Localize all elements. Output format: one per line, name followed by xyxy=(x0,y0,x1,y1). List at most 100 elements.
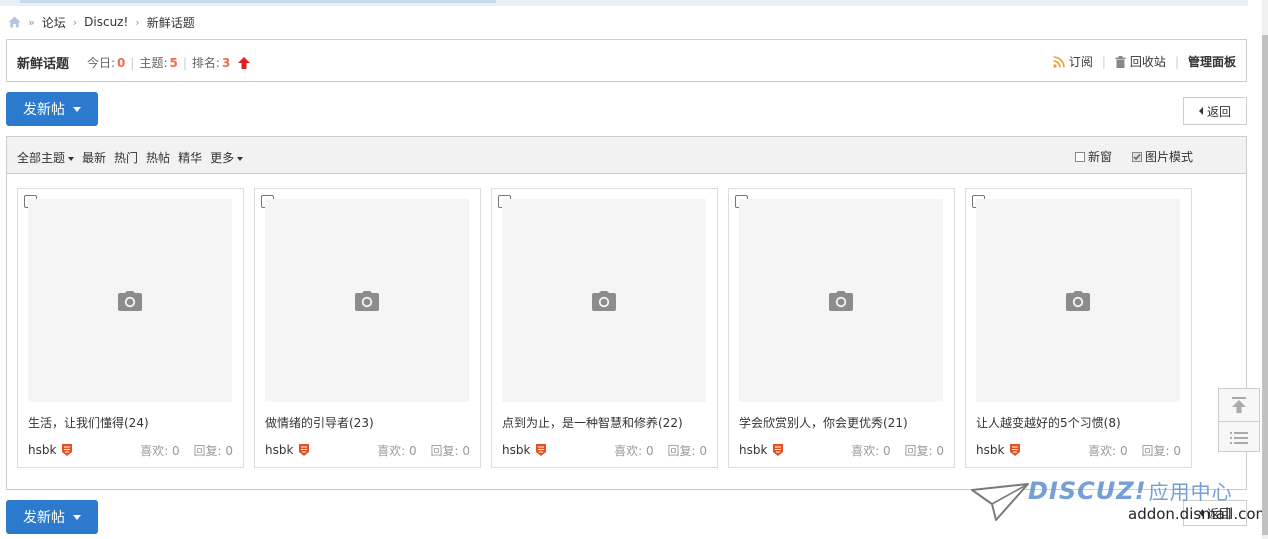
discuz-watermark: DISCUZ! 应用中心 addon.dismall.com xyxy=(970,476,1268,536)
thread-list-button[interactable] xyxy=(1219,421,1259,453)
watermark-brand-cn: 应用中心 xyxy=(1148,480,1233,504)
thread-subject[interactable]: 学会欣赏别人，你会更优秀(21) xyxy=(739,414,908,431)
stat-divider: | xyxy=(182,55,187,70)
thread-thumbnail[interactable] xyxy=(739,199,943,402)
thread-thumbnail[interactable] xyxy=(976,199,1180,402)
thread-meta: hsbk 喜欢: 0 回复: 0 xyxy=(739,442,944,458)
camera-icon xyxy=(355,290,379,311)
forum-stats: 今日: 0 | 主题: 5 | 排名: 3 xyxy=(87,54,251,71)
thread-card[interactable]: 让人越变越好的5个习惯(8) hsbk 喜欢: 0 回复: 0 xyxy=(965,188,1192,468)
today-count: 0 xyxy=(117,55,126,70)
subscribe-label: 订阅 xyxy=(1068,55,1093,69)
thread-author[interactable]: hsbk xyxy=(739,443,767,457)
new-post-label: 发新帖 xyxy=(23,102,65,118)
page-scrollbar[interactable] xyxy=(1262,0,1268,539)
likes-label: 喜欢: xyxy=(140,443,169,458)
new-window-option[interactable]: 新窗 xyxy=(1075,148,1112,165)
replies-count: 0 xyxy=(936,443,944,458)
thread-thumbnail[interactable] xyxy=(28,199,232,402)
breadcrumb-forum[interactable]: 论坛 xyxy=(42,14,66,31)
thread-card[interactable]: 做情绪的引导者(23) hsbk 喜欢: 0 回复: 0 xyxy=(254,188,481,468)
likes-count: 0 xyxy=(1120,443,1128,458)
replies-label: 回复: xyxy=(1141,443,1170,458)
filter-hot[interactable]: 热门 xyxy=(114,149,138,166)
filter-hot-posts[interactable]: 热帖 xyxy=(146,149,170,166)
search-bar-edge xyxy=(20,0,496,3)
thread-meta: hsbk 喜欢: 0 回复: 0 xyxy=(265,442,470,458)
filter-bar: 全部主题 最新 热门 热帖 精华 更多 新窗 图片模式 xyxy=(7,137,1246,174)
today-label: 今日: xyxy=(87,56,116,70)
scroll-top-button[interactable] xyxy=(1219,389,1259,421)
replies-label: 回复: xyxy=(193,443,222,458)
back-label: 返回 xyxy=(1206,104,1231,119)
trash-icon xyxy=(1115,55,1126,68)
back-button[interactable]: 返回 xyxy=(1183,97,1247,125)
medal-icon xyxy=(1010,444,1021,456)
filter-more[interactable]: 更多 xyxy=(210,149,243,166)
rank-value: 3 xyxy=(221,55,231,70)
breadcrumb-discuz[interactable]: Discuz! xyxy=(84,15,128,29)
breadcrumb-separator: » xyxy=(28,15,35,29)
thread-author[interactable]: hsbk xyxy=(28,443,56,457)
thread-list: 全部主题 最新 热门 热帖 精华 更多 新窗 图片模式 生活，让我们懂得(24)… xyxy=(6,136,1247,490)
subscribe-link[interactable]: 订阅 xyxy=(1053,53,1093,70)
thread-card[interactable]: 学会欣赏别人，你会更优秀(21) hsbk 喜欢: 0 回复: 0 xyxy=(728,188,955,468)
thread-subject[interactable]: 让人越变越好的5个习惯(8) xyxy=(976,414,1121,431)
filter-digest[interactable]: 精华 xyxy=(178,149,202,166)
link-divider: | xyxy=(1174,54,1179,69)
filter-all-topics[interactable]: 全部主题 xyxy=(17,149,74,166)
replies-label: 回复: xyxy=(667,443,696,458)
breadcrumb: » 论坛 › Discuz! › 新鲜话题 xyxy=(8,14,195,30)
thread-card[interactable]: 生活，让我们懂得(24) hsbk 喜欢: 0 回复: 0 xyxy=(17,188,244,468)
thread-meta: hsbk 喜欢: 0 回复: 0 xyxy=(976,442,1181,458)
floating-tools xyxy=(1218,388,1260,452)
filter-tabs: 全部主题 最新 热门 热帖 精华 更多 xyxy=(17,149,251,166)
likes-count: 0 xyxy=(646,443,654,458)
threads-count: 5 xyxy=(169,55,178,70)
thread-author[interactable]: hsbk xyxy=(976,443,1004,457)
new-post-button-bottom[interactable]: 发新帖 xyxy=(6,500,98,534)
filter-newest[interactable]: 最新 xyxy=(82,149,106,166)
likes-count: 0 xyxy=(409,443,417,458)
thread-author[interactable]: hsbk xyxy=(502,443,530,457)
breadcrumb-separator: › xyxy=(72,15,78,29)
link-divider: | xyxy=(1101,54,1106,69)
watermark-brand: DISCUZ! 应用中心 xyxy=(1028,476,1233,505)
image-mode-checkbox[interactable] xyxy=(1132,151,1143,162)
medal-icon xyxy=(773,444,784,456)
thread-subject[interactable]: 点到为止，是一种智慧和修养(22) xyxy=(502,414,683,431)
thread-subject[interactable]: 做情绪的引导者(23) xyxy=(265,414,374,431)
medal-icon xyxy=(299,444,310,456)
rank-up-icon xyxy=(238,56,251,69)
new-window-checkbox[interactable] xyxy=(1075,151,1085,162)
home-icon[interactable] xyxy=(8,16,21,28)
replies-count: 0 xyxy=(462,443,470,458)
camera-icon xyxy=(829,290,853,311)
stat-divider: | xyxy=(130,55,135,70)
admin-panel-link[interactable]: 管理面板 xyxy=(1188,53,1236,70)
likes-label: 喜欢: xyxy=(1088,443,1117,458)
medal-icon xyxy=(62,444,73,456)
thread-meta: hsbk 喜欢: 0 回复: 0 xyxy=(502,442,707,458)
scrollbar-thumb[interactable] xyxy=(1262,35,1268,535)
breadcrumb-current[interactable]: 新鲜话题 xyxy=(147,14,195,31)
watermark-url: addon.dismall.com xyxy=(1128,505,1268,523)
thread-thumbnail[interactable] xyxy=(502,199,706,402)
new-post-button[interactable]: 发新帖 xyxy=(6,92,98,126)
thread-author[interactable]: hsbk xyxy=(265,443,293,457)
thread-thumbnail[interactable] xyxy=(265,199,469,402)
new-post-label: 发新帖 xyxy=(23,510,65,526)
thread-counts: 喜欢: 0 回复: 0 xyxy=(1088,442,1181,459)
thread-card[interactable]: 点到为止，是一种智慧和修养(22) hsbk 喜欢: 0 回复: 0 xyxy=(491,188,718,468)
recycle-link[interactable]: 回收站 xyxy=(1115,53,1166,70)
replies-count: 0 xyxy=(225,443,233,458)
thread-subject[interactable]: 生活，让我们懂得(24) xyxy=(28,414,149,431)
forum-title[interactable]: 新鲜话题 xyxy=(17,53,69,72)
image-mode-option[interactable]: 图片模式 xyxy=(1132,148,1193,165)
thread-grid: 生活，让我们懂得(24) hsbk 喜欢: 0 回复: 0 做情绪的引导者(23… xyxy=(17,188,1197,468)
recycle-label: 回收站 xyxy=(1129,55,1166,69)
chevron-down-icon xyxy=(73,514,81,520)
rank-label: 排名: xyxy=(191,56,220,70)
thread-counts: 喜欢: 0 回复: 0 xyxy=(140,442,233,459)
breadcrumb-separator: › xyxy=(135,15,140,29)
